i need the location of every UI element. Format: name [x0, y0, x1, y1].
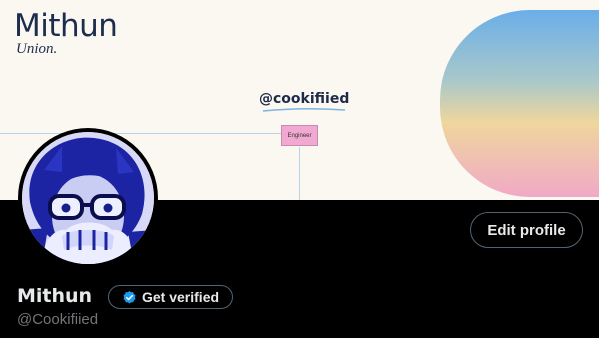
edit-profile-button[interactable]: Edit profile — [470, 212, 583, 248]
profile-avatar[interactable] — [18, 128, 158, 268]
profile-username: @Cookifiied — [17, 311, 99, 328]
banner-brand-name: Mithun — [14, 8, 118, 44]
diagram-connector-horizontal — [0, 133, 282, 134]
profile-display-name: Mithun — [17, 285, 93, 307]
banner-role-box: Engineer — [281, 125, 318, 146]
banner-gradient-shape — [440, 10, 599, 197]
banner-handle-text: @cookifiied — [259, 91, 350, 107]
get-verified-label: Get verified — [142, 289, 220, 305]
avatar-illustration — [22, 132, 154, 264]
handle-underline-decoration — [262, 107, 346, 112]
banner-brand-subtitle: Union. — [16, 41, 58, 57]
diagram-connector-vertical — [299, 147, 300, 200]
verified-badge-icon — [123, 290, 136, 303]
get-verified-button[interactable]: Get verified — [108, 285, 233, 309]
